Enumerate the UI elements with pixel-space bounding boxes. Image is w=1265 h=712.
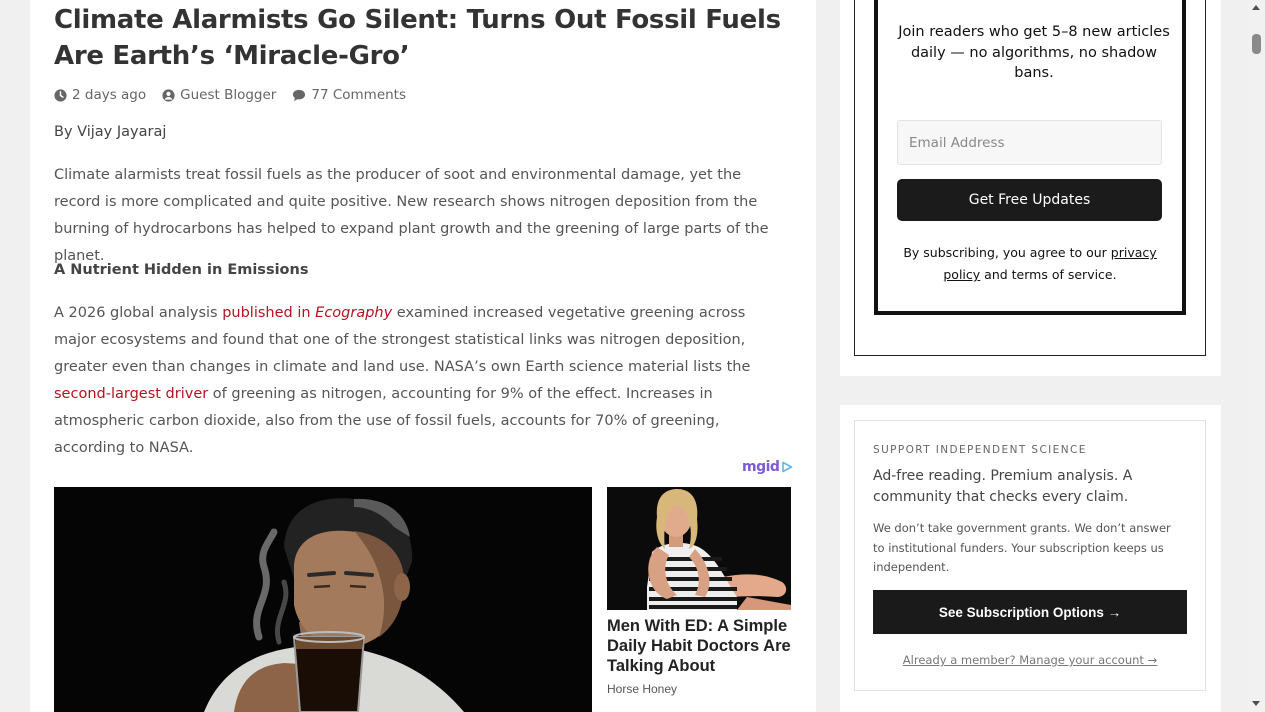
newsletter-join-text: Join readers who get 5–8 new articles da… xyxy=(898,24,1170,81)
ad-main-photo xyxy=(54,487,592,712)
scrollbar-thumb[interactable] xyxy=(1252,34,1261,54)
meta-comments-text: 77 Comments xyxy=(311,87,407,103)
newsletter-terms: By subscribing, you agree to our privacy… xyxy=(898,242,1162,286)
adchoices-icon xyxy=(782,461,793,473)
support-body: We don’t take government grants. We don’… xyxy=(873,521,1171,574)
comment-icon xyxy=(293,89,306,101)
mgid-logo-text: mgid xyxy=(742,459,780,475)
scroll-up-arrow-icon[interactable] xyxy=(1252,5,1260,10)
article-paragraph-2: A 2026 global analysis published in Ecog… xyxy=(54,300,786,462)
manage-account-link[interactable]: Already a member? Manage your account → xyxy=(873,653,1187,667)
meta-comments[interactable]: 77 Comments xyxy=(292,87,406,103)
meta-date-text: 2 days ago xyxy=(72,87,147,103)
article-column: Climate Alarmists Go Silent: Turns Out F… xyxy=(30,0,816,712)
article-meta: 2 days ago Guest Blogger 77 Comments xyxy=(54,86,422,104)
support-box: SUPPORT INDEPENDENT SCIENCE Ad-free read… xyxy=(854,420,1206,691)
nasa-driver-link[interactable]: second-largest driver xyxy=(54,386,208,402)
get-free-updates-button[interactable]: Get Free Updates xyxy=(897,179,1162,221)
email-field[interactable] xyxy=(897,120,1162,165)
newsletter-inner-frame: Join readers who get 5–8 new articles da… xyxy=(874,0,1186,315)
sidebar-support-widget: SUPPORT INDEPENDENT SCIENCE Ad-free read… xyxy=(840,405,1221,712)
ecography-link[interactable]: published in Ecography xyxy=(222,305,392,321)
support-kicker: SUPPORT INDEPENDENT SCIENCE xyxy=(873,444,1087,456)
article-paragraph-1: Climate alarmists treat fossil fuels as … xyxy=(54,167,769,264)
article-title: Climate Alarmists Go Silent: Turns Out F… xyxy=(54,5,781,71)
ad-side-card[interactable]: Men With ED: A Simple Daily Habit Doctor… xyxy=(607,487,791,696)
see-subscription-options-button[interactable]: See Subscription Options → xyxy=(873,590,1187,634)
ad-side-source: Horse Honey xyxy=(607,682,678,696)
ad-side-photo xyxy=(607,487,791,610)
ad-main-image[interactable] xyxy=(54,487,592,712)
meta-date: 2 days ago xyxy=(54,87,146,103)
article-byline: By Vijay Jayaraj xyxy=(54,124,167,140)
support-headline: Ad-free reading. Premium analysis. A com… xyxy=(873,468,1133,505)
scroll-down-arrow-icon[interactable] xyxy=(1252,701,1260,706)
page-scrollbar[interactable] xyxy=(1248,0,1265,712)
mgid-logo[interactable]: mgid xyxy=(742,459,793,475)
ecography-link-text: published in xyxy=(222,305,316,321)
ad-side-image[interactable] xyxy=(607,487,791,610)
meta-author[interactable]: Guest Blogger xyxy=(162,87,276,103)
sidebar-newsletter-widget: Join readers who get 5–8 new articles da… xyxy=(840,0,1221,376)
article-subheading: A Nutrient Hidden in Emissions xyxy=(54,262,309,278)
meta-author-text: Guest Blogger xyxy=(180,87,277,103)
ad-side-title[interactable]: Men With ED: A Simple Daily Habit Doctor… xyxy=(607,616,791,676)
ecography-link-journal: Ecography xyxy=(315,305,393,321)
user-circle-icon xyxy=(162,88,175,102)
para2-text-1: A 2026 global analysis xyxy=(54,305,223,321)
terms-post: and terms of service. xyxy=(980,267,1117,282)
terms-pre: By subscribing, you agree to our xyxy=(903,245,1111,260)
newsletter-outer-frame: Join readers who get 5–8 new articles da… xyxy=(854,0,1206,356)
clock-icon xyxy=(54,88,67,102)
